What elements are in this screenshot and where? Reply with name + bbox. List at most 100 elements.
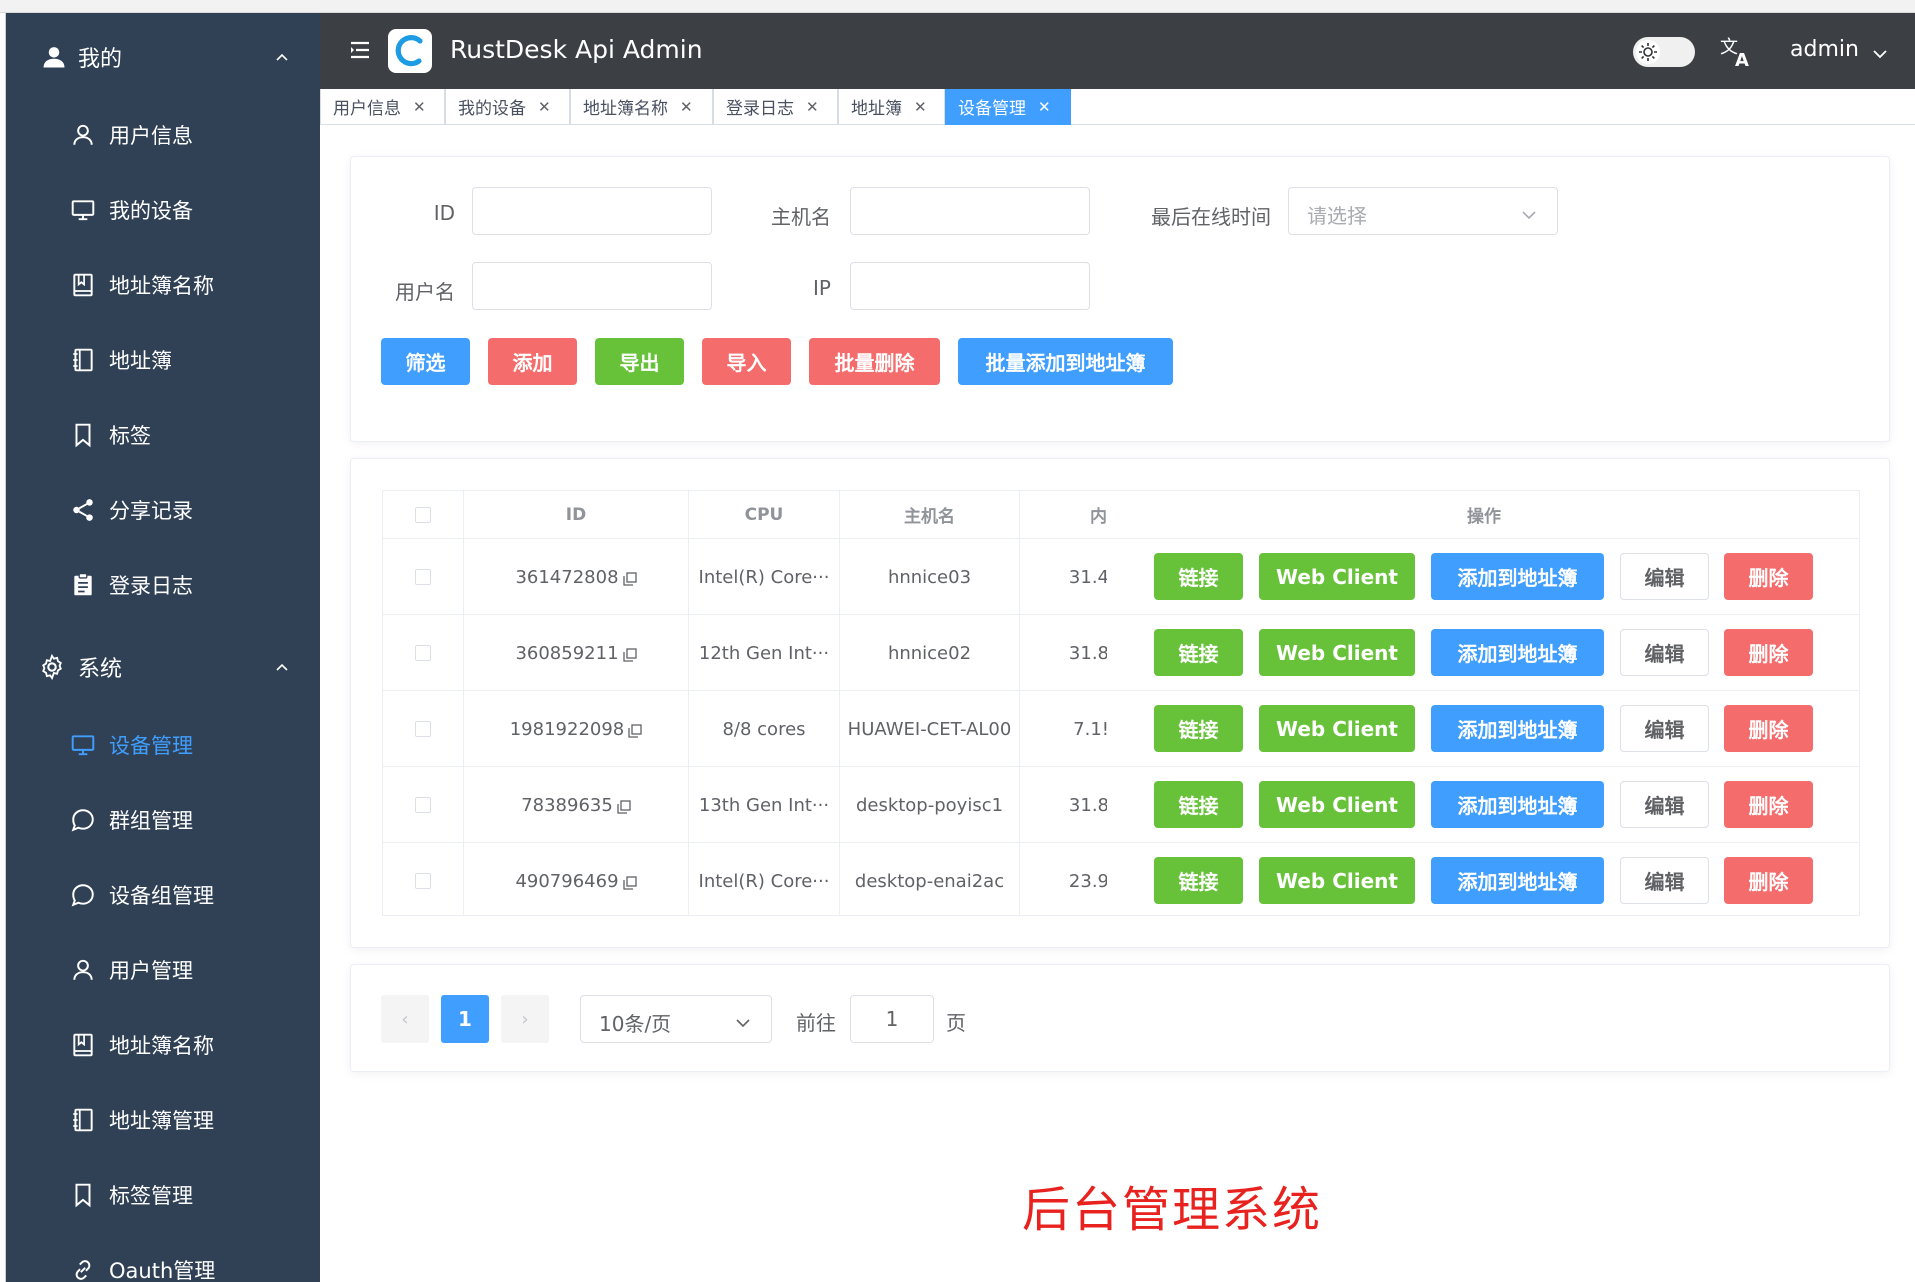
sidebar-group-system[interactable]: 系统 [6,627,320,707]
sidebar-item-share-records[interactable]: 分享记录 [6,472,320,547]
user-icon [70,957,96,983]
prev-page-button[interactable]: ‹ [381,995,429,1043]
row-checkbox-cell [383,843,464,915]
sidebar-item-device-group-management[interactable]: 设备组管理 [6,857,320,932]
sidebar-item-user-info[interactable]: 用户信息 [6,97,320,172]
copy-icon[interactable] [628,722,642,738]
add-to-addressbook-button[interactable]: 添加到地址簿 [1431,857,1604,904]
select-all-checkbox[interactable] [415,506,431,523]
translate-icon[interactable]: 文A [1718,33,1754,71]
sidebar-group-mine[interactable]: 我的 [6,17,320,97]
copy-icon[interactable] [622,646,637,662]
connect-button[interactable]: 链接 [1154,857,1243,904]
sidebar-item-label: 标签管理 [109,1183,193,1208]
last-online-select[interactable]: 请选择 [1288,187,1558,235]
row-checkbox[interactable] [415,645,431,661]
svg-text:A: A [1735,50,1749,69]
web-client-button[interactable]: Web Client [1259,781,1415,828]
delete-button[interactable]: 删除 [1724,629,1813,676]
close-icon[interactable]: ✕ [806,98,819,116]
connect-button[interactable]: 链接 [1154,781,1243,828]
web-client-button[interactable]: Web Client [1259,553,1415,600]
ops-row: 链接 Web Client 添加到地址簿 编辑 删除 [1107,691,1859,767]
close-icon[interactable]: ✕ [413,98,426,116]
sidebar-item-tags[interactable]: 标签 [6,397,320,472]
next-page-button[interactable]: › [501,995,549,1043]
row-checkbox[interactable] [415,569,431,585]
sidebar-item-addressbook-management[interactable]: 地址簿管理 [6,1082,320,1157]
page-1-button[interactable]: 1 [441,995,489,1043]
page-size-select[interactable]: 10条/页 [580,995,772,1043]
delete-button[interactable]: 删除 [1724,781,1813,828]
tab-addressbook[interactable]: 地址簿 ✕ [838,89,945,125]
sidebar-item-user-management[interactable]: 用户管理 [6,932,320,1007]
sidebar-item-addressbook-names-admin[interactable]: 地址簿名称 [6,1007,320,1082]
connect-button[interactable]: 链接 [1154,629,1243,676]
copy-icon[interactable] [622,570,637,586]
tab-device-management[interactable]: 设备管理 ✕ [945,89,1071,125]
tab-addressbook-names[interactable]: 地址簿名称 ✕ [570,89,713,125]
theme-toggle[interactable] [1633,37,1695,67]
last-online-label: 最后在线时间 [1151,205,1271,229]
sidebar-item-label: 登录日志 [109,573,193,598]
copy-icon[interactable] [622,874,637,890]
add-to-addressbook-button[interactable]: 添加到地址簿 [1431,553,1604,600]
close-icon[interactable]: ✕ [1038,98,1051,116]
user-menu[interactable]: admin [1790,37,1859,62]
sidebar-item-device-management[interactable]: 设备管理 [6,707,320,782]
export-button[interactable]: 导出 [595,338,684,385]
import-button[interactable]: 导入 [702,338,791,385]
add-to-addressbook-button[interactable]: 添加到地址簿 [1431,781,1604,828]
delete-button[interactable]: 删除 [1724,705,1813,752]
tab-my-devices[interactable]: 我的设备 ✕ [445,89,570,125]
device-id: 78389635 [521,794,613,816]
ops-row: 链接 Web Client 添加到地址簿 编辑 删除 [1107,615,1859,691]
add-to-addressbook-button[interactable]: 添加到地址簿 [1431,705,1604,752]
hostname-input[interactable] [850,187,1090,235]
add-to-addressbook-button[interactable]: 添加到地址簿 [1431,629,1604,676]
batch-add-addressbook-button[interactable]: 批量添加到地址簿 [958,338,1173,385]
web-client-button[interactable]: Web Client [1259,857,1415,904]
ops-row: 链接 Web Client 添加到地址簿 编辑 删除 [1107,539,1859,615]
web-client-button[interactable]: Web Client [1259,629,1415,676]
chevron-down-icon[interactable] [1872,45,1888,59]
tab-login-log[interactable]: 登录日志 ✕ [713,89,838,125]
ip-input[interactable] [850,262,1090,310]
sidebar-item-my-devices[interactable]: 我的设备 [6,172,320,247]
close-icon[interactable]: ✕ [680,98,693,116]
filter-button[interactable]: 筛选 [381,338,470,385]
menu-toggle-icon[interactable] [350,41,370,59]
close-icon[interactable]: ✕ [538,98,551,116]
edit-button[interactable]: 编辑 [1620,629,1709,676]
connect-button[interactable]: 链接 [1154,705,1243,752]
row-checkbox[interactable] [415,721,431,737]
connect-button[interactable]: 链接 [1154,553,1243,600]
add-button[interactable]: 添加 [488,338,577,385]
delete-button[interactable]: 删除 [1724,553,1813,600]
tab-label: 地址簿 [851,99,902,119]
batch-delete-button[interactable]: 批量删除 [809,338,940,385]
edit-button[interactable]: 编辑 [1620,857,1709,904]
sidebar-item-login-log[interactable]: 登录日志 [6,547,320,622]
edit-button[interactable]: 编辑 [1620,553,1709,600]
gear-icon [38,653,66,681]
edit-button[interactable]: 编辑 [1620,705,1709,752]
username-input[interactable] [472,262,712,310]
sidebar-item-group-management[interactable]: 群组管理 [6,782,320,857]
sidebar-item-addressbook-names[interactable]: 地址簿名称 [6,247,320,322]
row-checkbox[interactable] [415,873,431,889]
copy-icon[interactable] [617,798,631,814]
edit-button[interactable]: 编辑 [1620,781,1709,828]
tab-user-info[interactable]: 用户信息 ✕ [320,89,445,125]
top-header: RustDesk Api Admin 文A admin [320,13,1915,89]
delete-button[interactable]: 删除 [1724,857,1813,904]
close-icon[interactable]: ✕ [914,98,927,116]
id-input[interactable] [472,187,712,235]
chevron-up-icon [274,49,290,65]
sidebar-item-tag-management[interactable]: 标签管理 [6,1157,320,1232]
goto-page-input[interactable]: 1 [850,995,934,1043]
sidebar-item-addressbook[interactable]: 地址簿 [6,322,320,397]
row-checkbox[interactable] [415,797,431,813]
sidebar-item-oauth-management[interactable]: Oauth管理 [6,1232,320,1282]
web-client-button[interactable]: Web Client [1259,705,1415,752]
